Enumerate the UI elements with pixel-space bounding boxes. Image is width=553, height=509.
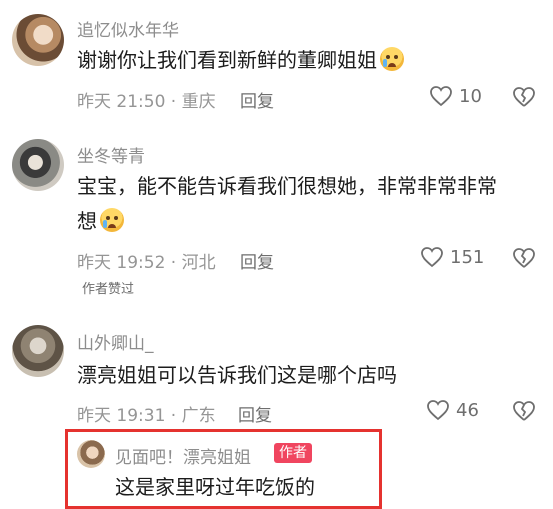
like-count: 151 [450, 246, 485, 268]
reply-text: 这是家里呀过年吃饭的 [115, 475, 315, 499]
comment-text: 漂亮姐姐可以告诉我们这是哪个店吗 [77, 359, 397, 392]
comment-meta: 昨天 19:31 · 广东 [77, 406, 216, 426]
comment-text-line: 想 [77, 209, 97, 233]
comment-meta: 昨天 21:50 · 重庆 [77, 92, 216, 112]
comment-text: 想 [77, 205, 124, 238]
comment-text-line: 宝宝，能不能告诉看我们很想她，非常非常非常 [77, 174, 497, 198]
broken-heart-icon [513, 87, 535, 107]
avatar[interactable] [12, 14, 64, 66]
broken-heart-icon [513, 248, 535, 268]
heart-icon [421, 247, 443, 268]
like-count: 10 [459, 85, 482, 107]
like-count: 46 [456, 399, 479, 421]
like-button[interactable]: 10 [429, 85, 482, 107]
comment-username[interactable]: 坐冬等青 [77, 142, 145, 167]
avatar[interactable] [77, 440, 105, 468]
comment-meta: 昨天 19:52 · 河北 [77, 253, 216, 273]
comment-text: 宝宝，能不能告诉看我们很想她，非常非常非常 [77, 170, 497, 203]
crying-face-icon [380, 47, 404, 71]
like-button[interactable]: 46 [426, 399, 479, 421]
heart-icon [427, 400, 449, 421]
broken-heart-icon [513, 401, 535, 421]
avatar[interactable] [12, 325, 64, 377]
heart-icon [430, 86, 452, 107]
reply-button[interactable]: 回复 [240, 248, 274, 273]
reply-button[interactable]: 回复 [238, 401, 272, 426]
dislike-button[interactable] [512, 400, 536, 422]
avatar[interactable] [12, 139, 64, 191]
reply-button[interactable]: 回复 [240, 87, 274, 112]
author-badge: 作者 [274, 443, 312, 463]
comment-text-line: 漂亮姐姐可以告诉我们这是哪个店吗 [77, 363, 397, 387]
dislike-button[interactable] [512, 247, 536, 269]
comment-text-line: 谢谢你让我们看到新鲜的董卿姐姐 [77, 48, 377, 72]
reply-username[interactable]: 见面吧！漂亮姐姐 [115, 443, 251, 468]
dislike-button[interactable] [512, 86, 536, 108]
comment-text: 谢谢你让我们看到新鲜的董卿姐姐 [77, 44, 404, 77]
pleading-face-icon [100, 208, 124, 232]
author-liked-label: 作者赞过 [82, 282, 135, 297]
comment-username[interactable]: 追忆似水年华 [77, 16, 179, 41]
comment-username[interactable]: 山外卿山_ [77, 329, 154, 354]
like-button[interactable]: 151 [420, 246, 484, 268]
